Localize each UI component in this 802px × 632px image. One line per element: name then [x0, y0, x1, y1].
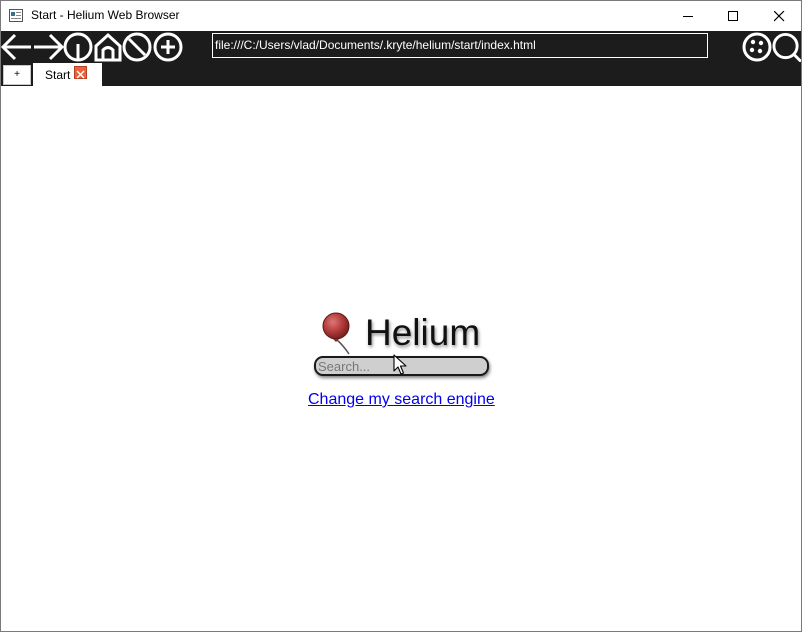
mouse-cursor-icon — [393, 354, 407, 375]
forward-icon — [34, 33, 64, 61]
reload-icon — [122, 32, 152, 62]
extensions-button[interactable] — [741, 32, 772, 62]
search-button[interactable] — [772, 32, 801, 62]
close-icon — [76, 70, 85, 79]
tab-close-button[interactable] — [74, 66, 87, 79]
forward-button[interactable] — [32, 32, 64, 62]
home-button[interactable] — [93, 32, 123, 62]
add-tab-button[interactable]: + — [3, 65, 31, 85]
info-icon — [63, 32, 93, 62]
maximize-button[interactable] — [710, 1, 756, 31]
tab-start[interactable]: Start — [33, 63, 102, 86]
back-button[interactable] — [1, 32, 33, 62]
change-search-engine-link[interactable]: Change my search engine — [308, 391, 495, 409]
reload-button[interactable] — [122, 32, 152, 62]
home-icon — [94, 32, 122, 62]
maximize-icon — [727, 10, 738, 21]
minimize-button[interactable] — [665, 1, 711, 31]
brand-title: Helium — [365, 312, 481, 353]
close-icon — [773, 10, 784, 21]
helium-logo-icon — [322, 312, 350, 355]
address-bar[interactable]: file:///C:/Users/vlad/Documents/.kryte/h… — [212, 33, 708, 58]
new-tab-button[interactable] — [152, 32, 183, 62]
info-button[interactable] — [63, 32, 93, 62]
new-tab-icon — [153, 32, 182, 62]
app-icon — [9, 9, 23, 22]
title-bar: Start - Helium Web Browser — [1, 1, 801, 31]
minimize-icon — [682, 15, 693, 17]
search-icon — [772, 32, 801, 62]
close-button[interactable] — [756, 1, 801, 31]
tab-label: Start — [45, 68, 71, 82]
extensions-icon — [742, 32, 771, 62]
browser-window: Start - Helium Web Browser file:///C:/Us… — [0, 0, 802, 632]
browser-toolbar: file:///C:/Users/vlad/Documents/.kryte/h… — [1, 31, 801, 86]
back-icon — [1, 33, 31, 61]
window-title: Start - Helium Web Browser — [31, 8, 180, 22]
